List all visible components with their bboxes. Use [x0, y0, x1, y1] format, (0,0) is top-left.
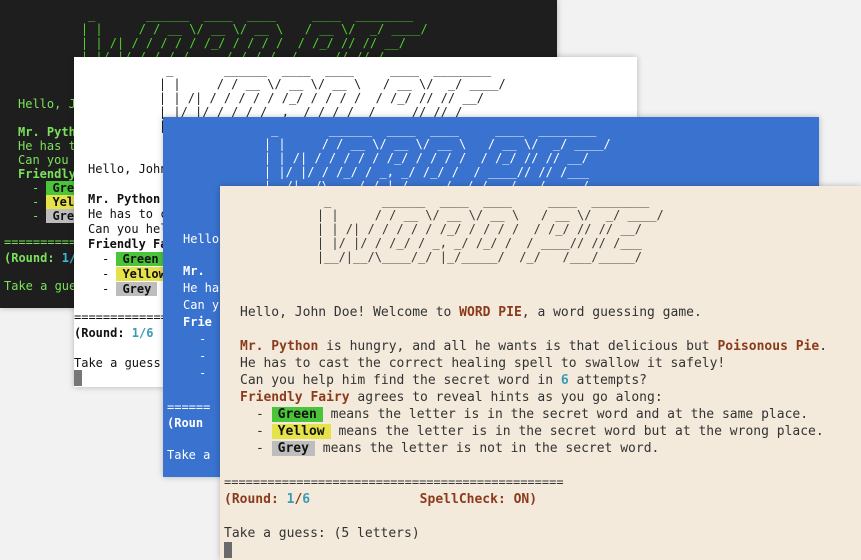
- hint-grey-bullet: -: [199, 366, 207, 380]
- hint-yellow-bullet: -: [199, 349, 207, 363]
- spell-line: He ha: [183, 281, 220, 295]
- hint-yellow: - Yellow: [102, 266, 172, 282]
- guess-prompt: Take a guess:: [74, 356, 168, 370]
- hint-grey: - Grey: [102, 281, 158, 297]
- fairy-line: Friendly Fa: [88, 237, 168, 251]
- attempts-count: 6: [560, 373, 569, 388]
- character-line: Mr. Python: [88, 192, 161, 206]
- ascii-banner: _ ______ ____ ____ ____ ________ | | / /…: [316, 194, 664, 264]
- spell-line: He has to c: [88, 207, 168, 221]
- hint-grey: - Gre: [32, 208, 81, 224]
- greeting-line: Hello, J: [18, 97, 76, 111]
- pie-name: Poisonous Pie: [717, 339, 820, 354]
- yellow-tag: Yellow: [271, 424, 331, 439]
- game-name: WORD PIE: [459, 305, 522, 320]
- help-line: Can you hel: [88, 222, 168, 236]
- text-cursor[interactable]: [224, 542, 232, 558]
- character-line: Mr. Python is hungry, and all he wants i…: [240, 339, 828, 354]
- separator: ==========: [4, 235, 77, 249]
- guess-prompt: Take a: [167, 448, 211, 462]
- round-status: (Round: 1/6 SpellCheck: ON): [224, 492, 538, 507]
- spellcheck-status: SpellCheck: ON): [310, 492, 538, 507]
- greeting-line: Hello, John Doe! Welcome to WORD PIE, a …: [240, 305, 702, 320]
- fairy-name: Friendly Fairy: [240, 390, 350, 405]
- hint-yellow: - Yellow means the letter is in the secr…: [256, 424, 824, 439]
- hint-green: - Green means the letter is in the secre…: [256, 407, 809, 422]
- greeting-line: Hello, John: [88, 162, 168, 176]
- character-name: Mr. Python: [240, 339, 319, 354]
- spell-line: He has to cast the correct healing spell…: [240, 356, 726, 371]
- round-total: 6: [302, 492, 311, 507]
- round-status: (Round: 1/: [4, 251, 77, 265]
- grey-tag: Grey: [271, 441, 315, 456]
- help-line: Can y: [183, 298, 220, 312]
- hint-green: - Green: [102, 251, 165, 267]
- text-cursor[interactable]: [74, 370, 82, 386]
- fairy-line: Friendly Fairy agrees to reveal hints as…: [240, 390, 663, 405]
- hint-grey: - Grey means the letter is not in the se…: [256, 441, 660, 456]
- fairy-line: Frie: [183, 315, 212, 329]
- hint-green-bullet: -: [199, 332, 207, 346]
- guess-prompt: Take a gue: [4, 279, 77, 293]
- guess-prompt: Take a guess: (5 letters): [224, 526, 420, 541]
- green-tag: Green: [271, 407, 323, 422]
- separator: ======: [167, 400, 211, 414]
- character-line: Mr.: [183, 264, 205, 278]
- separator: ========================================…: [224, 475, 564, 489]
- help-line: Can you help him find the secret word in…: [240, 373, 648, 388]
- round-status: (Round: 1/6: [74, 326, 154, 340]
- round-status: (Roun: [167, 416, 204, 430]
- ascii-banner: _ ______ ____ ____ ____ ________ | | / /…: [263, 123, 611, 193]
- terminal-window-cream: _ ______ ____ ____ ____ ________ | | / /…: [220, 186, 861, 560]
- greeting-line: Hello: [183, 232, 220, 246]
